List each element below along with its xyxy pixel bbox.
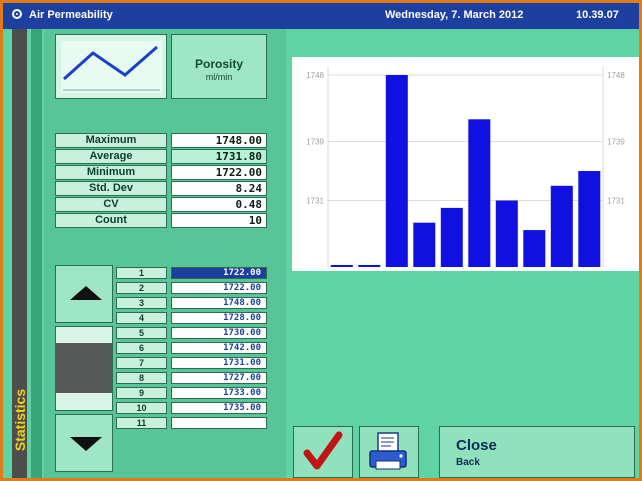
title-bar: Air Permeability Wednesday, 7. March 201…	[3, 3, 639, 29]
row-value-selected[interactable]: 1722.00	[171, 267, 267, 279]
bar-7	[495, 200, 518, 267]
stat-label-maximum: Maximum	[55, 133, 167, 148]
row-index: 9	[116, 387, 167, 399]
side-strip-bar	[31, 29, 42, 478]
bar-8	[523, 230, 546, 267]
bar-6	[468, 119, 491, 267]
scrollbar-thumb[interactable]	[56, 343, 112, 393]
close-button-sublabel: Back	[456, 457, 480, 468]
time-display: 10.39.07	[576, 9, 619, 21]
row-index: 6	[116, 342, 167, 354]
row-value[interactable]: 1731.00	[171, 357, 267, 369]
bar-4	[413, 222, 436, 267]
statistics-panel: Porosity ml/min Maximum 1748.00 Average …	[44, 29, 286, 478]
stat-label-count: Count	[55, 213, 167, 228]
row-value[interactable]: 1728.00	[171, 312, 267, 324]
row-value[interactable]: 1733.00	[171, 387, 267, 399]
app-window: Air Permeability Wednesday, 7. March 201…	[0, 0, 642, 481]
stat-value-count: 10	[171, 213, 267, 228]
bar-2	[358, 265, 381, 267]
bar-chart-svg: 1748 1748 1739 1739 1731 1731	[306, 67, 625, 267]
row-index: 5	[116, 327, 167, 339]
stat-label-std-dev: Std. Dev	[55, 181, 167, 196]
side-strip: Statistics	[6, 29, 44, 478]
stat-label-cv: CV	[55, 197, 167, 212]
app-logo-icon	[12, 9, 22, 19]
stat-value-average: 1731.80	[171, 149, 267, 164]
y-tick-label: 1748	[306, 71, 324, 80]
stat-label-minimum: Minimum	[55, 165, 167, 180]
porosity-chart: 1748 1748 1739 1739 1731 1731	[292, 57, 639, 271]
confirm-button[interactable]	[293, 426, 353, 478]
y-tick-label-right: 1739	[607, 137, 625, 146]
row-value[interactable]: 1735.00	[171, 402, 267, 414]
bar-9	[550, 185, 573, 267]
statistics-label: Statistics	[11, 388, 28, 452]
stat-value-maximum: 1748.00	[171, 133, 267, 148]
porosity-label: Porosity	[194, 57, 243, 71]
bar-3	[385, 75, 408, 267]
stat-label-average: Average	[55, 149, 167, 164]
row-value[interactable]: 1730.00	[171, 327, 267, 339]
checkmark-icon	[303, 431, 343, 470]
row-index: 4	[116, 312, 167, 324]
row-value[interactable]	[171, 417, 267, 429]
scroll-down-button[interactable]	[55, 414, 113, 472]
row-index: 7	[116, 357, 167, 369]
row-value[interactable]: 1742.00	[171, 342, 267, 354]
bar-5	[440, 207, 463, 267]
scroll-up-button[interactable]	[55, 265, 113, 323]
bar-1	[330, 265, 353, 267]
y-tick-label-right: 1731	[607, 197, 625, 206]
y-tick-label: 1731	[306, 197, 324, 206]
bar-10	[578, 171, 601, 267]
stat-value-cv: 0.48	[171, 197, 267, 212]
app-title: Air Permeability	[29, 9, 113, 21]
stat-value-std-dev: 8.24	[171, 181, 267, 196]
line-graph-icon	[61, 41, 162, 93]
row-index: 10	[116, 402, 167, 414]
porosity-unit: ml/min	[205, 72, 233, 82]
row-index: 8	[116, 372, 167, 384]
printer-icon	[369, 432, 407, 470]
date-display: Wednesday, 7. March 2012	[385, 9, 524, 21]
graph-view-button[interactable]	[55, 34, 167, 99]
row-index: 3	[116, 297, 167, 309]
arrow-down-icon	[70, 437, 102, 451]
arrow-up-icon	[70, 286, 102, 300]
row-value[interactable]: 1722.00	[171, 282, 267, 294]
porosity-column-header: Porosity ml/min	[171, 34, 267, 99]
row-value[interactable]: 1727.00	[171, 372, 267, 384]
row-index: 1	[116, 267, 167, 279]
close-button[interactable]: Close Back	[439, 426, 635, 478]
print-button[interactable]	[359, 426, 419, 478]
close-button-label: Close	[456, 437, 497, 454]
row-index: 11	[116, 417, 167, 429]
scrollbar-track[interactable]	[55, 326, 113, 411]
stat-value-minimum: 1722.00	[171, 165, 267, 180]
statistics-tab[interactable]: Statistics	[11, 365, 28, 475]
row-value[interactable]: 1748.00	[171, 297, 267, 309]
y-tick-label: 1739	[306, 137, 324, 146]
y-tick-label-right: 1748	[607, 71, 625, 80]
row-index: 2	[116, 282, 167, 294]
